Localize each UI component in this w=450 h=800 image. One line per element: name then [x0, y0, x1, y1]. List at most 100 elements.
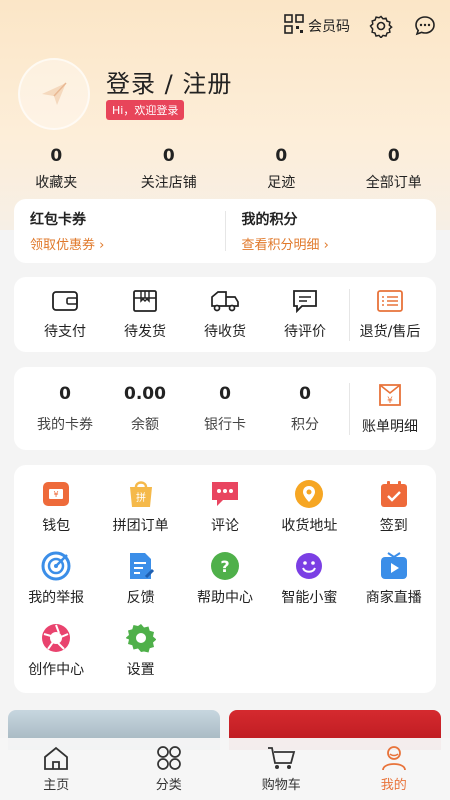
stat-value: 0 [275, 146, 288, 166]
wallet-label: 我的卡券 [37, 416, 93, 433]
member-code-label: 会员码 [308, 19, 350, 35]
member-code-button[interactable]: 会员码 [284, 14, 350, 38]
stat-value: 0 [162, 146, 175, 166]
assistant-icon [296, 553, 323, 579]
wallet-bank-cards[interactable]: 0 银行卡 [185, 384, 265, 434]
tab-category[interactable]: 分类 [129, 745, 209, 793]
wallet-value: 0 [299, 383, 311, 404]
chevron-right-icon: › [99, 238, 105, 253]
stat-value: 0 [387, 146, 400, 166]
stat-followed-shops[interactable]: 0 关注店铺 [119, 146, 219, 192]
help-icon: ? [210, 552, 239, 580]
tab-label: 主页 [43, 778, 70, 793]
order-label: 待发货 [124, 323, 166, 340]
service-feedback[interactable]: 反馈 [98, 551, 182, 623]
refund-icon [377, 289, 403, 312]
coupon-section[interactable]: 红包卡券 领取优惠券 › [14, 209, 225, 253]
coupon-title: 红包卡券 [30, 212, 86, 228]
service-checkin[interactable]: 签到 [352, 479, 436, 551]
bottom-tab-bar: 主页 分类 购物车 我的 [0, 738, 450, 800]
service-label: 拼团订单 [112, 518, 169, 534]
order-to-receive[interactable]: 待收货 [185, 289, 265, 341]
paper-plane-icon [42, 82, 67, 105]
stat-label: 收藏夹 [35, 175, 78, 191]
order-to-review[interactable]: 待评价 [265, 289, 345, 341]
chevron-right-icon: › [323, 238, 329, 253]
order-pending-payment[interactable]: 待支付 [25, 289, 105, 341]
service-help-center[interactable]: ? 帮助中心 [183, 551, 267, 623]
service-assistant[interactable]: 智能小蜜 [267, 551, 351, 623]
message-button[interactable] [412, 13, 438, 39]
points-detail-link[interactable]: 查看积分明细 [242, 238, 320, 253]
wallet-summary-card: 0 我的卡券 0.00 余额 0 银行卡 0 积分 ¥ 账单明细 [14, 367, 436, 450]
top-actions: 会员码 [284, 12, 438, 40]
svg-text:?: ? [220, 557, 229, 576]
points-title: 我的积分 [241, 212, 298, 228]
bill-details[interactable]: ¥ 账单明细 [350, 382, 430, 436]
tab-home[interactable]: 主页 [16, 745, 96, 793]
stat-label: 全部订单 [365, 175, 422, 191]
tab-label: 我的 [380, 778, 407, 793]
service-address[interactable]: 收货地址 [267, 479, 351, 551]
tab-profile[interactable]: 我的 [354, 745, 434, 793]
chat-bubble-icon [415, 16, 435, 36]
wallet-icon: ¥ [43, 482, 70, 506]
avatar[interactable] [18, 58, 90, 130]
location-icon [295, 480, 324, 508]
points-section[interactable]: 我的积分 查看积分明细 › [226, 209, 437, 253]
checkin-icon [380, 481, 407, 507]
service-settings[interactable]: 设置 [98, 623, 182, 695]
home-icon [44, 746, 69, 770]
wallet-value: 0.00 [124, 383, 166, 404]
service-label: 创作中心 [28, 662, 85, 678]
service-label: 签到 [379, 518, 408, 534]
wallet-my-cards[interactable]: 0 我的卡券 [25, 384, 105, 434]
order-label: 待评价 [284, 323, 326, 340]
login-register-link[interactable]: 登录 / 注册 [106, 64, 232, 99]
welcome-badge: Hi，欢迎登录 [106, 100, 185, 120]
wallet-label: 积分 [291, 416, 319, 433]
coupon-points-card: 红包卡券 领取优惠券 › 我的积分 查看积分明细 › [14, 199, 436, 263]
services-row: 创作中心 设置 [14, 623, 436, 695]
service-report[interactable]: 我的举报 [14, 551, 98, 623]
get-coupon-link[interactable]: 领取优惠券 [30, 238, 95, 253]
profile-icon [381, 746, 406, 771]
package-icon [133, 289, 157, 312]
service-label: 设置 [126, 662, 155, 678]
cart-icon [268, 747, 296, 769]
wallet-points[interactable]: 0 积分 [265, 384, 345, 434]
stat-all-orders[interactable]: 0 全部订单 [344, 146, 444, 192]
tab-label: 分类 [155, 778, 182, 793]
stat-label: 足迹 [267, 175, 296, 191]
order-refund[interactable]: 退货/售后 [350, 289, 430, 341]
svg-text:¥: ¥ [54, 490, 59, 499]
stat-value: 0 [50, 146, 63, 166]
stat-favorites[interactable]: 0 收藏夹 [6, 146, 106, 192]
service-label: 我的举报 [28, 590, 85, 606]
service-group-buy[interactable]: 拼 拼团订单 [98, 479, 182, 551]
service-comment[interactable]: 评论 [183, 479, 267, 551]
tab-label: 购物车 [261, 778, 301, 793]
wallet-icon [52, 290, 78, 311]
service-label: 帮助中心 [196, 590, 253, 606]
svg-text:拼: 拼 [136, 491, 146, 504]
service-live[interactable]: 商家直播 [352, 551, 436, 623]
wallet-balance[interactable]: 0.00 余额 [105, 384, 185, 434]
wallet-label: 余额 [131, 416, 159, 433]
service-label: 收货地址 [281, 518, 338, 534]
category-icon [156, 746, 181, 770]
services-grid-card: ¥ 钱包 拼 拼团订单 评论 收货地址 签到 我的举报 反馈 ? 帮助中心 智能… [14, 465, 436, 693]
stat-history[interactable]: 0 足迹 [231, 146, 331, 192]
settings-icon [125, 624, 156, 653]
comment-icon [293, 289, 317, 313]
service-wallet[interactable]: ¥ 钱包 [14, 479, 98, 551]
order-to-ship[interactable]: 待发货 [105, 289, 185, 341]
gear-icon [369, 15, 393, 38]
service-creator[interactable]: 创作中心 [14, 623, 98, 695]
settings-gear-button[interactable] [368, 13, 394, 39]
service-label: 钱包 [42, 518, 71, 534]
wallet-label: 银行卡 [204, 416, 246, 433]
qr-code-icon [284, 14, 304, 38]
report-icon [41, 551, 71, 581]
tab-cart[interactable]: 购物车 [241, 745, 321, 793]
